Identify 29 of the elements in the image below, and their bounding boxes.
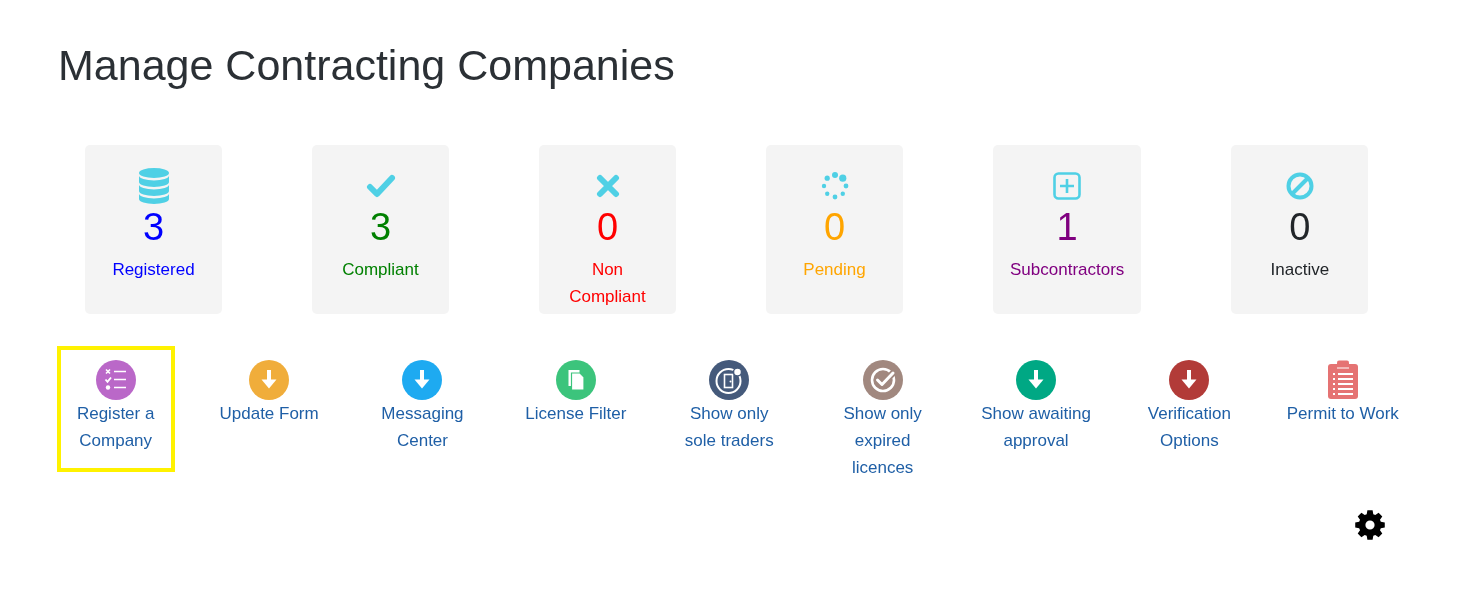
action-link[interactable]: Register a Company [56,346,175,472]
database-icon [137,167,170,205]
action-link[interactable]: Verification Options [1130,346,1249,472]
ban-icon [1285,172,1314,200]
action-link[interactable]: License Filter [513,346,639,445]
settings-icon[interactable] [1354,509,1386,541]
action-link[interactable]: Update Form [207,346,331,445]
cross-icon [595,174,620,198]
stat-count: 3 [142,205,165,249]
stat-label: Compliant [342,259,419,281]
stat-count: 0 [596,205,619,249]
action-link[interactable]: Show only expired licences [823,346,942,499]
plus-square-icon [1053,172,1082,200]
stat-count: 0 [823,205,846,249]
page-title: Manage Contracting Companies [58,40,675,90]
stat-label: Inactive [1270,259,1330,281]
stat-label: Pending [803,259,866,281]
stat-label: Registered [112,259,195,281]
spinner-icon [819,171,850,201]
action-link[interactable]: Permit to Work [1274,346,1411,445]
stat-count: 0 [1289,205,1311,249]
action-link[interactable]: Messaging Center [363,346,482,472]
stat-count: 1 [1056,205,1078,249]
stat-label: Subcontractors [1010,259,1125,281]
checkmark-icon [365,173,396,199]
stat-label: Non Compliant [569,259,646,308]
stat-count: 3 [369,205,392,249]
action-link[interactable]: Show awaiting approval [969,346,1103,472]
action-link[interactable]: Show only sole traders [670,346,789,472]
